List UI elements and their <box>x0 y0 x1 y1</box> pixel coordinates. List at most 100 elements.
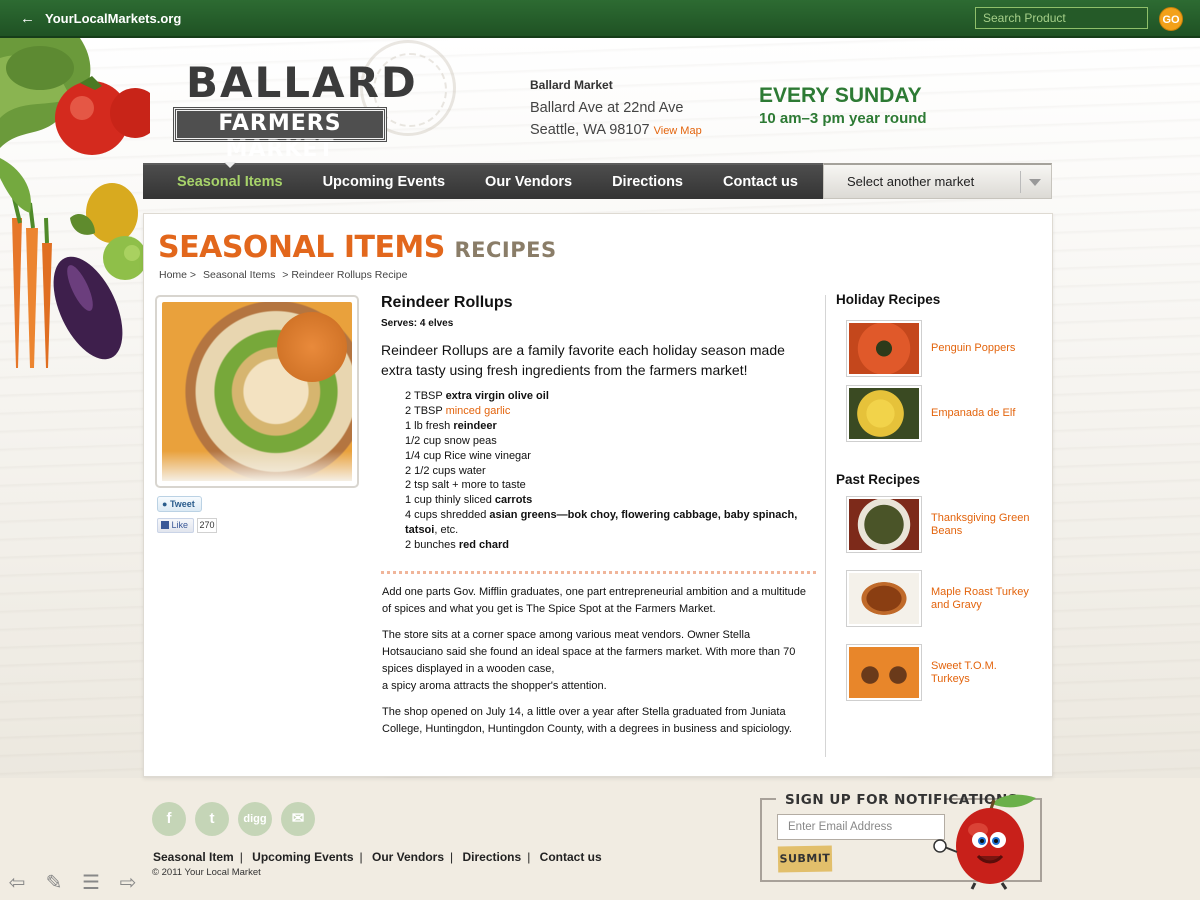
breadcrumb-home[interactable]: Home > <box>159 269 196 281</box>
schedule-day: EVERY SUNDAY <box>759 84 922 107</box>
address-line2: Seattle, WA 98107 <box>530 122 650 138</box>
footer-link-seasonal-item[interactable]: Seasonal Item <box>153 850 234 864</box>
apple-mascot-icon <box>933 794 1036 890</box>
footer-link-contact-us[interactable]: Contact us <box>540 850 602 864</box>
back-link-label: YourLocalMarkets.org <box>45 11 182 26</box>
nav-directions[interactable]: Directions <box>612 174 683 190</box>
recipe-thumbnail <box>846 570 922 627</box>
recipe-thumbnail <box>846 644 922 701</box>
list-icon[interactable]: ☰ <box>77 872 105 894</box>
market-address: Ballard Ave at 22nd Ave Seattle, WA 9810… <box>530 97 702 142</box>
recipe-photo <box>162 302 352 481</box>
nav-our-vendors[interactable]: Our Vendors <box>485 174 572 190</box>
recipe-story: Add one parts Gov. Mifflin graduates, on… <box>382 584 814 747</box>
search-input[interactable] <box>975 7 1148 29</box>
sidebar-divider <box>825 295 826 757</box>
reader-toolbar: ⇦ ✎ ☰ ⇨ <box>3 872 142 894</box>
ingredient-item: 1 lb fresh reindeer <box>405 419 497 432</box>
sidebar-recipe-label: Penguin Poppers <box>931 342 1016 354</box>
sidebar-recipe-empanada-de-elf[interactable]: Empanada de Elf <box>836 385 1041 450</box>
dropdown-divider <box>1020 171 1021 193</box>
page-title: SEASONAL ITEMS RECIPES <box>158 230 557 265</box>
recipe-thumbnail <box>846 496 922 553</box>
vegetables-illustration <box>0 38 150 368</box>
back-link[interactable]: ← YourLocalMarkets.org <box>20 10 181 27</box>
recipe-thumbnail <box>846 320 922 377</box>
footer-nav: Seasonal Item | Upcoming Events | Our Vend… <box>153 850 602 864</box>
recipe-title: Reindeer Rollups <box>381 294 513 311</box>
breadcrumb-seasonal-items[interactable]: Seasonal Items <box>203 269 275 281</box>
market-info: Ballard Market Ballard Ave at 22nd Ave S… <box>530 78 702 142</box>
nav-upcoming-events[interactable]: Upcoming Events <box>323 174 445 190</box>
market-select-dropdown[interactable]: Select another market <box>823 163 1052 199</box>
footer-link-directions[interactable]: Directions <box>463 850 522 864</box>
arrow-left-icon[interactable]: ⇦ <box>3 872 31 894</box>
market-schedule: EVERY SUNDAY 10 am–3 pm year round <box>759 84 927 127</box>
past-recipes-heading: Past Recipes <box>836 472 921 487</box>
sidebar-recipe-sweet-tom-turkeys[interactable]: Sweet T.O.M. Turkeys <box>836 644 1041 718</box>
dotted-divider <box>381 571 816 574</box>
main-nav: Seasonal Items Upcoming Events Our Vendo… <box>143 162 823 199</box>
section-subtitle: RECIPES <box>454 238 557 262</box>
footer-link-our-vendors[interactable]: Our Vendors <box>372 850 444 864</box>
story-paragraph: a spicy aroma attracts the shopper's att… <box>382 680 607 692</box>
top-bar: ← YourLocalMarkets.org GO <box>0 0 1200 38</box>
ingredient-item: 2 bunches red chard <box>405 539 509 552</box>
ingredient-item: 2 tsp salt + more to taste <box>405 479 526 492</box>
minced-garlic-link[interactable]: minced garlic <box>446 405 511 417</box>
sidebar-recipe-penguin-poppers[interactable]: Penguin Poppers <box>836 320 1041 385</box>
twitter-icon[interactable]: t <box>195 802 229 836</box>
submit-button[interactable]: SUBMIT <box>777 845 833 873</box>
tweet-button[interactable]: ● Tweet <box>157 496 202 512</box>
holiday-recipes-heading: Holiday Recipes <box>836 292 941 307</box>
logo-bottom-text: FARMERS MARKET <box>173 107 387 162</box>
email-icon[interactable]: ✉ <box>281 802 315 836</box>
story-paragraph: The shop opened on July 14, a little ove… <box>382 706 792 735</box>
ingredient-item: 4 cups shredded asian greens—bok choy, f… <box>405 509 798 537</box>
facebook-icon[interactable]: f <box>152 802 186 836</box>
digg-icon[interactable]: digg <box>238 802 272 836</box>
market-logo[interactable]: BALLARD FARMERS MARKET <box>173 58 416 162</box>
view-map-link[interactable]: View Map <box>654 125 702 137</box>
sidebar-recipe-green-beans[interactable]: Thanksgiving Green Beans <box>836 496 1041 570</box>
ingredient-item: 1/2 cup snow peas <box>405 434 497 447</box>
email-field[interactable] <box>777 814 945 840</box>
chevron-down-icon <box>1029 179 1041 186</box>
ingredient-item: 1 cup thinly sliced carrots <box>405 494 533 507</box>
signup-border <box>760 798 776 800</box>
sidebar-recipe-label: Sweet T.O.M. Turkeys <box>931 660 997 685</box>
ingredient-item: 1/4 cup Rice wine vinegar <box>405 449 531 462</box>
market-select-value: Select another market <box>847 174 975 189</box>
recipe-photo-frame <box>155 295 359 488</box>
tweet-label: Tweet <box>169 499 195 509</box>
go-button[interactable]: GO <box>1159 7 1183 31</box>
sidebar-recipe-label: Maple Roast Turkey and Gravy <box>931 586 1029 611</box>
recipes-sidebar: Holiday Recipes Penguin Poppers Empanada… <box>836 292 1041 718</box>
schedule-time: 10 am–3 pm year round <box>759 110 927 127</box>
sidebar-recipe-label: Empanada de Elf <box>931 407 1016 419</box>
sidebar-recipe-maple-roast-turkey[interactable]: Maple Roast Turkey and Gravy <box>836 570 1041 644</box>
story-paragraph: The store sits at a corner space among v… <box>382 629 796 675</box>
logo-top-text: BALLARD <box>186 58 418 107</box>
address-line1: Ballard Ave at 22nd Ave <box>530 100 684 116</box>
facebook-like-button[interactable]: Like <box>157 518 194 533</box>
back-arrow-icon: ← <box>20 10 35 27</box>
ingredient-item: 2 1/2 cups water <box>405 464 486 477</box>
recipe-thumbnail <box>846 385 922 442</box>
ingredient-list: 2 TBSP extra virgin olive oil 2 TBSP min… <box>405 389 816 553</box>
like-label: Like <box>171 520 189 530</box>
recipe-content: Reindeer Rollups Serves: 4 elves Reindee… <box>381 294 816 553</box>
sidebar-recipe-label: Thanksgiving Green Beans <box>931 512 1030 537</box>
facebook-icon <box>161 521 169 529</box>
pencil-icon[interactable]: ✎ <box>40 872 68 894</box>
nav-contact-us[interactable]: Contact us <box>723 174 798 190</box>
section-title: SEASONAL ITEMS <box>158 230 445 265</box>
footer-link-upcoming-events[interactable]: Upcoming Events <box>252 850 353 864</box>
market-name: Ballard Market <box>530 78 613 92</box>
breadcrumb: Home > Seasonal Items > Reindeer Rollups… <box>159 269 411 281</box>
nav-seasonal-items[interactable]: Seasonal Items <box>177 162 283 190</box>
social-links: f t digg ✉ <box>152 802 315 836</box>
twitter-bird-icon: ● <box>162 499 168 509</box>
content-panel: SEASONAL ITEMS RECIPES Home > Seasonal I… <box>143 213 1053 777</box>
arrow-right-icon[interactable]: ⇨ <box>114 872 142 894</box>
